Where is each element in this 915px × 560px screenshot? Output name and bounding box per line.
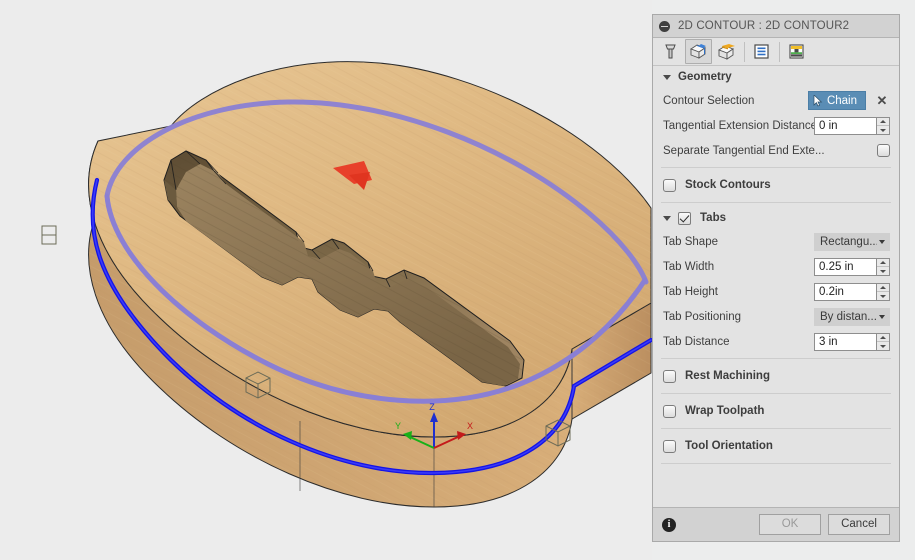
chevron-down-icon [879,314,885,319]
tab-width-field[interactable]: 0.25 in [814,257,890,276]
section-tabs-label: Tabs [700,212,726,224]
tangential-extension-field[interactable]: 0 in [814,116,890,135]
tab-tool[interactable] [657,39,684,64]
separate-tangential-label: Separate Tangential End Exte... [663,144,825,157]
row-tab-shape: Tab Shape Rectangu... [653,229,899,254]
axis-label-z: Z [429,402,435,412]
tab-positioning-dropdown[interactable]: By distan... [814,307,890,326]
chevron-down-icon [879,239,885,244]
divider [661,202,891,203]
tab-shape-label: Tab Shape [663,235,718,248]
divider [661,393,891,394]
section-wrap-toolpath[interactable]: Wrap Toolpath [653,398,899,424]
divider [661,358,891,359]
chevron-down-icon [663,74,671,80]
rest-machining-label: Rest Machining [685,370,770,382]
row-tab-positioning: Tab Positioning By distan... [653,304,899,329]
dialog-title: 2D CONTOUR : 2D CONTOUR2 [678,20,850,32]
tab-distance-value[interactable]: 3 in [814,332,876,351]
chain-button-label: Chain [826,94,857,107]
viewport-3d-canvas[interactable]: Z Y X [0,0,652,560]
passes-icon [754,44,769,59]
divider [661,167,891,168]
tab-width-stepper[interactable] [876,257,890,276]
axis-label-x: X [467,421,473,431]
cursor-arrow-icon [813,94,823,106]
divider [661,428,891,429]
minus-circle-icon[interactable] [659,20,670,32]
tab-height-label: Tab Height [663,285,718,298]
dialog-footer: i OK Cancel [653,507,899,541]
stock-contours-checkbox[interactable] [663,178,676,192]
tool-orientation-checkbox[interactable] [663,439,676,453]
tab-height-value[interactable]: 0.2in [814,282,876,301]
model-svg: Z Y X [41,61,652,508]
stepper-up-icon[interactable] [877,284,889,292]
row-tab-width: Tab Width 0.25 in [653,254,899,279]
dialog-tab-strip [653,38,899,66]
info-icon[interactable]: i [662,517,676,532]
tab-distance-stepper[interactable] [876,332,890,351]
chevron-down-icon [663,215,671,221]
tab-geometry[interactable] [685,39,712,64]
close-x-icon[interactable]: ✕ [874,94,890,107]
stepper-down-icon[interactable] [877,292,889,300]
tab-separator [744,41,745,62]
stepper-down-icon[interactable] [877,342,889,350]
row-tab-distance: Tab Distance 3 in [653,329,899,354]
heights-box-icon [718,44,735,60]
tangential-extension-label: Tangential Extension Distance [663,119,814,132]
linking-icon [789,44,804,59]
tab-heights[interactable] [713,39,740,64]
wrap-toolpath-checkbox[interactable] [663,404,676,418]
stepper-up-icon[interactable] [877,259,889,267]
stepper-down-icon[interactable] [877,267,889,275]
section-rest-machining[interactable]: Rest Machining [653,363,899,389]
tangential-extension-value[interactable]: 0 in [814,116,876,135]
ok-button[interactable]: OK [759,514,821,535]
separate-tangential-checkbox[interactable] [877,144,890,157]
stepper-up-icon[interactable] [877,334,889,342]
tangential-extension-stepper[interactable] [876,116,890,135]
section-geometry-label: Geometry [678,71,732,83]
tab-height-stepper[interactable] [876,282,890,301]
row-tangential-extension: Tangential Extension Distance 0 in [653,113,899,138]
stepper-down-icon[interactable] [877,126,889,134]
geometry-box-icon [690,44,706,59]
row-separate-tangential: Separate Tangential End Exte... [653,138,899,163]
tab-passes[interactable] [748,39,775,64]
tab-positioning-value: By distan... [820,310,877,323]
tab-width-label: Tab Width [663,260,715,273]
row-contour-selection: Contour Selection Chain ✕ [653,88,899,113]
row-tab-height: Tab Height 0.2in [653,279,899,304]
divider [661,463,891,464]
rest-machining-checkbox[interactable] [663,369,676,383]
chain-select-button[interactable]: Chain [807,91,866,110]
tool-orientation-label: Tool Orientation [685,440,773,452]
dialog-body: Geometry Contour Selection Chain ✕ Tange… [653,66,899,507]
cancel-button[interactable]: Cancel [828,514,890,535]
axis-label-y: Y [395,421,401,431]
dialog-title-bar[interactable]: 2D CONTOUR : 2D CONTOUR2 [653,15,899,38]
section-geometry-header[interactable]: Geometry [653,66,899,88]
tab-distance-field[interactable]: 3 in [814,332,890,351]
tab-height-field[interactable]: 0.2in [814,282,890,301]
section-tabs-header[interactable]: Tabs [653,207,899,229]
contour-dialog-panel: 2D CONTOUR : 2D CONTOUR2 Geometry Contou… [652,14,900,542]
tab-distance-label: Tab Distance [663,335,730,348]
contour-selection-label: Contour Selection [663,94,755,107]
tab-positioning-label: Tab Positioning [663,310,741,323]
tabs-enable-checkbox[interactable] [678,211,691,225]
tab-separator [779,41,780,62]
tab-width-value[interactable]: 0.25 in [814,257,876,276]
stock-contours-label: Stock Contours [685,179,771,191]
endmill-tool-icon [665,44,676,59]
wrap-toolpath-label: Wrap Toolpath [685,405,765,417]
stepper-up-icon[interactable] [877,118,889,126]
section-stock-contours[interactable]: Stock Contours [653,172,899,198]
tab-shape-dropdown[interactable]: Rectangu... [814,232,890,251]
section-tool-orientation[interactable]: Tool Orientation [653,433,899,459]
tab-shape-value: Rectangu... [820,235,877,248]
tab-linking[interactable] [783,39,810,64]
